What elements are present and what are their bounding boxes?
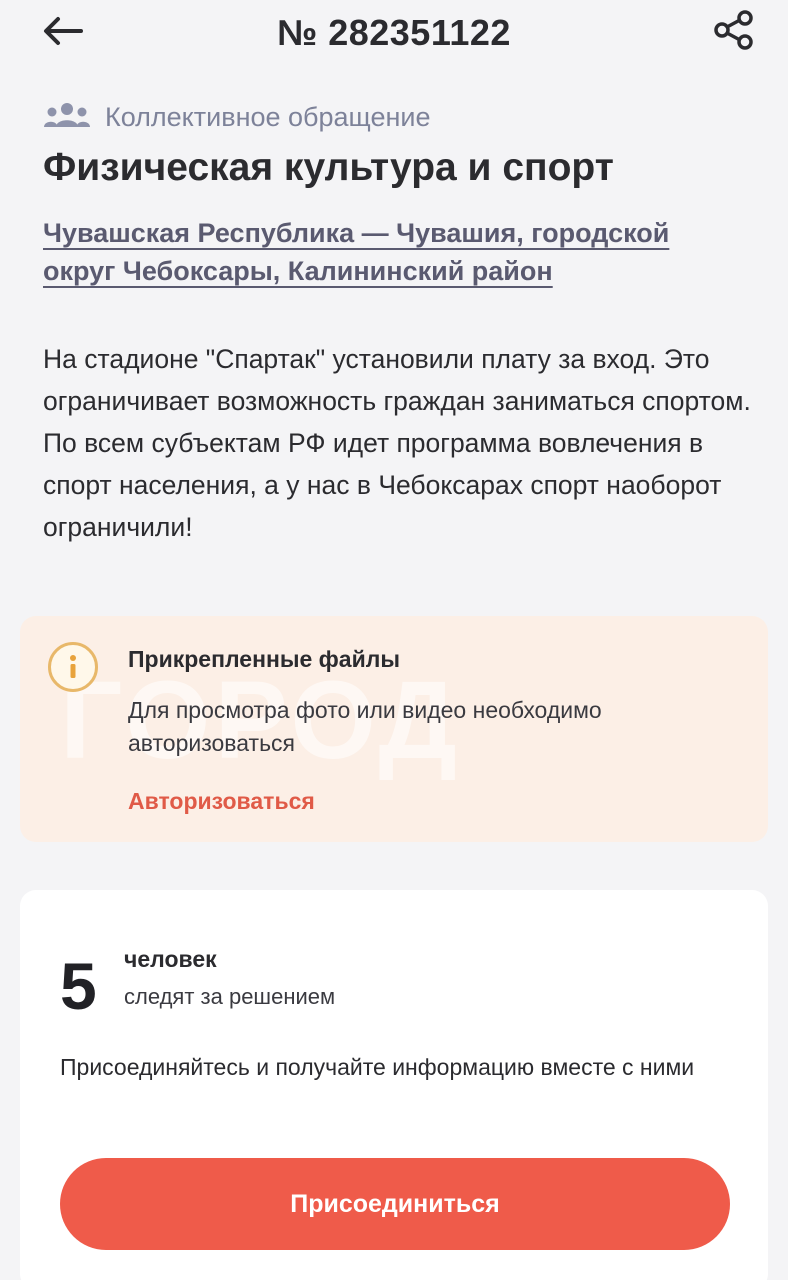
login-link[interactable]: Авторизоваться: [128, 788, 315, 815]
petition-type: Коллективное обращение: [43, 100, 430, 134]
attachments-message: Для просмотра фото или видео необходимо …: [128, 697, 602, 756]
petition-page: № 282351122 Коллективное обращение Физич…: [0, 0, 788, 1280]
info-icon: [48, 642, 98, 692]
share-icon: [713, 9, 755, 56]
attachments-card: ГОРОД Прикрепленные файлы Для просмотра …: [20, 616, 768, 842]
page-title: Физическая культура и спорт: [43, 146, 614, 189]
followers-card: 5 человек следят за решением Присоединяй…: [20, 890, 768, 1280]
group-icon: [43, 102, 91, 133]
followers-caption: следят за решением: [124, 984, 336, 1009]
petition-description: На стадионе "Спартак" установили плату з…: [43, 344, 751, 542]
petition-number: № 282351122: [277, 12, 511, 53]
petition-type-label: Коллективное обращение: [105, 101, 431, 132]
join-button[interactable]: Присоединиться: [60, 1158, 730, 1250]
followers-unit: человек: [124, 946, 217, 972]
top-bar: № 282351122: [0, 0, 788, 70]
followers-count: 5: [60, 949, 97, 1023]
share-button[interactable]: [710, 8, 758, 56]
attachments-title: Прикрепленные файлы: [128, 646, 400, 672]
location-link[interactable]: Чувашская Республика — Чувашия, городско…: [43, 214, 743, 290]
join-note: Присоединяйтесь и получайте информацию в…: [60, 1054, 695, 1080]
